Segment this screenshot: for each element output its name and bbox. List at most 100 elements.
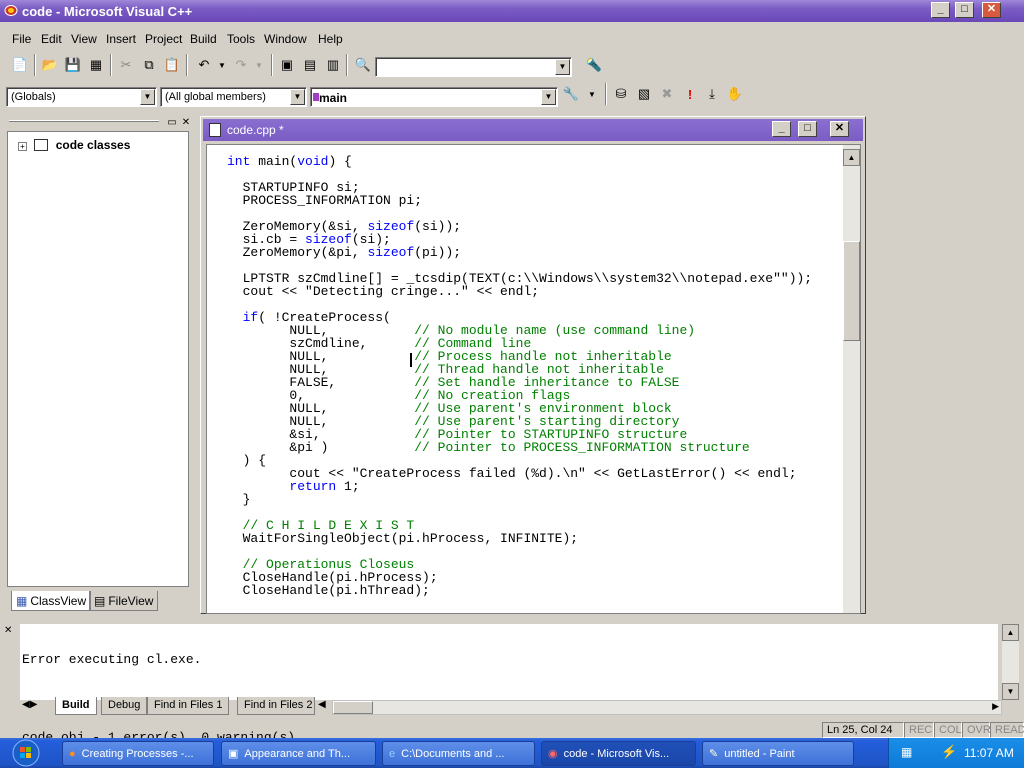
editor-restore-button[interactable]: □: [798, 121, 817, 137]
window-list-icon[interactable]: ▥: [322, 54, 344, 76]
menu-build[interactable]: Build: [190, 32, 217, 46]
scroll-down-icon[interactable]: ▼: [1002, 683, 1019, 700]
task-label: untitled - Paint: [724, 747, 795, 760]
chevron-down-icon[interactable]: ▼: [555, 59, 570, 75]
tab-build[interactable]: Build: [55, 697, 97, 715]
redo-dropdown-icon[interactable]: ▼: [248, 54, 270, 76]
wizard-bar: (Globals) ▼ (All global members) ▼ main ▼ 🔧…: [0, 83, 1024, 111]
compile-icon[interactable]: ⛁: [610, 83, 632, 105]
save-all-icon[interactable]: ▦: [85, 54, 107, 76]
tab-scroll-left-icon[interactable]: ◀▶: [22, 699, 37, 710]
code-line: }: [227, 492, 251, 507]
tree-root[interactable]: + code classes: [18, 138, 130, 152]
scroll-right-icon[interactable]: ▶: [992, 701, 999, 712]
code-line: ZeroMemory(&pi, sizeof(pi));: [227, 245, 462, 260]
maximize-button[interactable]: □: [955, 2, 974, 18]
build-icon[interactable]: ▧: [633, 83, 655, 105]
menu-file[interactable]: File: [12, 32, 31, 46]
tab-classview[interactable]: ▦ ClassView: [11, 591, 92, 611]
open-folder-icon[interactable]: 📂: [39, 54, 61, 76]
breakpoint-hand-icon[interactable]: ✋: [724, 83, 746, 105]
output-text[interactable]: Error executing cl.exe. code.obj - 1 err…: [20, 624, 998, 744]
vertical-scrollbar[interactable]: ▲: [843, 145, 860, 613]
hscroll-thumb[interactable]: [333, 701, 373, 714]
task-appearance[interactable]: ▣ Appearance and Th...: [221, 741, 376, 766]
editor-close-button[interactable]: ✕: [830, 121, 849, 137]
find-combo[interactable]: ▼: [375, 57, 572, 77]
wizard-action-icon[interactable]: 🔧: [560, 83, 582, 105]
task-paint[interactable]: ✎ untitled - Paint: [702, 741, 854, 766]
network-icon[interactable]: ⚡: [941, 744, 957, 760]
go-icon[interactable]: ⤓: [701, 83, 723, 105]
task-label: code - Microsoft Vis...: [563, 747, 670, 760]
standard-toolbar: 📄 📂 💾 ▦ ✂ ⧉ 📋 ↶ ▼ ↷ ▼ ▣ ▤ ▥ 🔍 ▼ 🔦: [0, 54, 1024, 82]
editor-title-bar: code.cpp * _ □ ✕: [203, 119, 863, 141]
cursor-position: Ln 25, Col 24: [822, 722, 904, 738]
wizard-dropdown-icon[interactable]: ▼: [581, 83, 603, 105]
control-panel-icon: ▣: [228, 748, 239, 760]
task-label: Creating Processes -...: [81, 747, 194, 760]
menu-edit[interactable]: Edit: [41, 32, 62, 46]
scope-combo[interactable]: (Globals) ▼: [6, 87, 157, 107]
code-line: &pi ) // Pointer to PROCESS_INFORMATION …: [227, 440, 750, 455]
editor-minimize-button[interactable]: _: [772, 121, 791, 137]
paint-icon: ✎: [709, 748, 719, 760]
tab-find-in-files-2[interactable]: Find in Files 2: [237, 697, 315, 715]
minimize-button[interactable]: _: [931, 2, 950, 18]
tab-scroll-icon[interactable]: ◀: [318, 699, 326, 710]
scroll-up-icon[interactable]: ▲: [843, 149, 860, 166]
output-scrollbar[interactable]: ▲ ▼: [1002, 624, 1019, 700]
copy-icon[interactable]: ⧉: [138, 54, 160, 76]
menu-help[interactable]: Help: [318, 32, 343, 46]
fileview-icon: ▤: [94, 593, 106, 608]
read-indicator: READ: [990, 722, 1024, 738]
function-icon: [313, 93, 319, 101]
menu-tools[interactable]: Tools: [227, 32, 255, 46]
code-line: int main(void) {: [227, 154, 352, 169]
menu-insert[interactable]: Insert: [106, 32, 136, 46]
task-creating-processes[interactable]: ● Creating Processes -...: [62, 741, 214, 766]
output-window-icon[interactable]: ▤: [299, 54, 321, 76]
tab-debug[interactable]: Debug: [101, 697, 148, 715]
horizontal-scrollbar[interactable]: ▶: [332, 700, 1002, 715]
scroll-up-icon[interactable]: ▲: [1002, 624, 1019, 641]
tab-fileview[interactable]: ▤ FileView: [89, 591, 159, 611]
windows-logo-icon: [12, 739, 40, 767]
clock[interactable]: 11:07 AM: [964, 746, 1014, 760]
title-bar: code - Microsoft Visual C++ _ □ ✕: [0, 0, 1024, 22]
chevron-down-icon[interactable]: ▼: [140, 89, 155, 105]
keyboard-icon[interactable]: ▦: [901, 745, 912, 759]
menu-project[interactable]: Project: [145, 32, 182, 46]
members-value: (All global members): [165, 91, 266, 103]
code-editor[interactable]: int main(void) { STARTUPINFO si; PROCESS…: [206, 144, 861, 614]
stop-build-icon[interactable]: ✖: [656, 83, 678, 105]
function-combo[interactable]: main ▼: [310, 87, 558, 107]
expand-icon[interactable]: +: [18, 142, 27, 151]
task-visual-cpp[interactable]: ◉ code - Microsoft Vis...: [541, 741, 696, 766]
close-icon[interactable]: ✕: [175, 111, 197, 133]
menu-view[interactable]: View: [71, 32, 97, 46]
scroll-thumb[interactable]: [843, 241, 860, 341]
system-tray: ▦ ⚡ 11:07 AM: [888, 738, 1024, 768]
new-file-icon[interactable]: 📄: [9, 54, 31, 76]
close-button[interactable]: ✕: [982, 2, 1001, 18]
cut-icon[interactable]: ✂: [115, 54, 137, 76]
search-icon[interactable]: 🔦: [583, 54, 605, 76]
members-combo[interactable]: (All global members) ▼: [160, 87, 307, 107]
ovr-indicator: OVR: [962, 722, 991, 738]
paste-icon[interactable]: 📋: [161, 54, 183, 76]
code-text[interactable]: int main(void) { STARTUPINFO si; PROCESS…: [227, 155, 812, 597]
tab-find-in-files-1[interactable]: Find in Files 1: [147, 697, 230, 715]
close-output-icon[interactable]: ✕: [4, 625, 12, 636]
find-in-files-icon[interactable]: 🔍: [352, 54, 374, 76]
menu-window[interactable]: Window: [264, 32, 307, 46]
chevron-down-icon[interactable]: ▼: [541, 89, 556, 105]
task-documents[interactable]: e C:\Documents and ...: [382, 741, 535, 766]
save-icon[interactable]: 💾: [62, 54, 84, 76]
workspace-icon[interactable]: ▣: [276, 54, 298, 76]
start-button[interactable]: [0, 738, 52, 768]
code-line: return 1;: [289, 479, 360, 494]
window-title: code - Microsoft Visual C++: [22, 4, 193, 19]
chevron-down-icon[interactable]: ▼: [290, 89, 305, 105]
execute-icon[interactable]: !: [679, 83, 701, 105]
